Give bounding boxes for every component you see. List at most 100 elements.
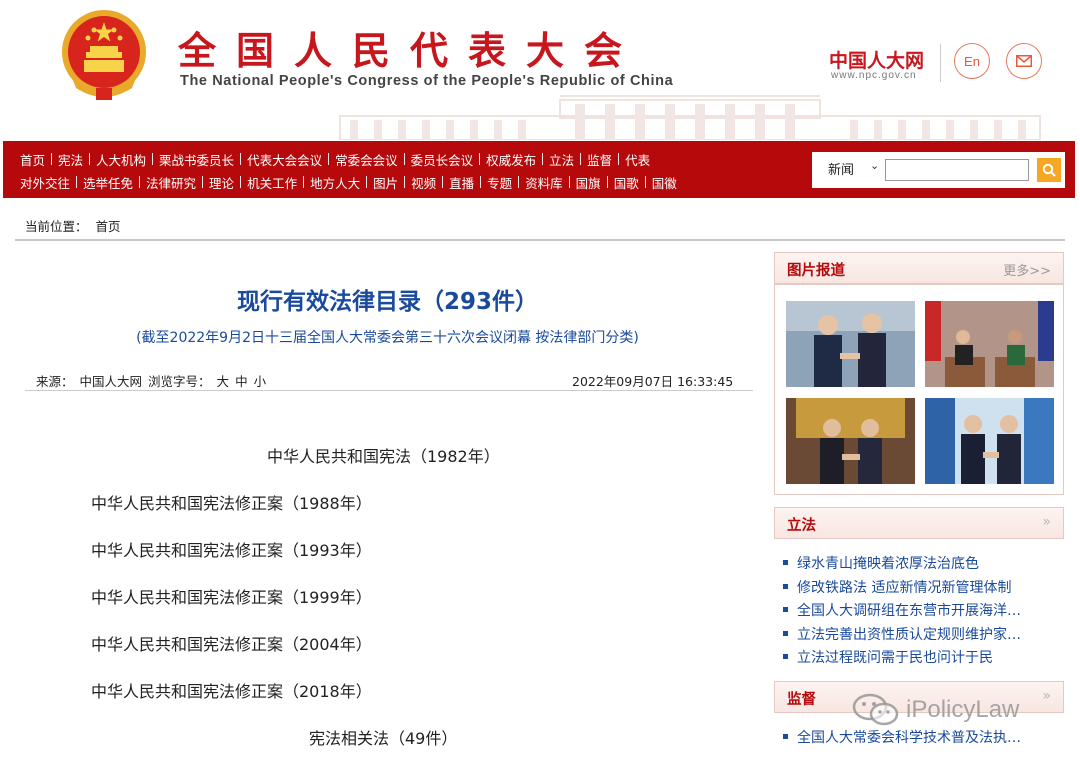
- nav-link[interactable]: 首页: [20, 150, 45, 169]
- nav-link[interactable]: 常委会会议: [335, 150, 398, 169]
- photo-meeting-icon: [925, 301, 1054, 387]
- nav-link[interactable]: 地方人大: [310, 173, 360, 192]
- meta-divider: [25, 390, 753, 391]
- npc-site-logo-text[interactable]: 中国人大网: [829, 46, 924, 73]
- breadcrumb-label: 当前位置：: [25, 219, 88, 234]
- chevron-down-icon[interactable]: ⌄: [870, 159, 879, 172]
- nav-link[interactable]: 监督: [587, 150, 612, 169]
- news-link[interactable]: 绿水青山掩映着浓厚法治底色: [797, 556, 979, 572]
- law-category-heading: 宪法相关法（49件）: [309, 729, 458, 748]
- photo-reports-more-link[interactable]: 更多>>: [1003, 260, 1051, 279]
- list-item[interactable]: 绿水青山掩映着浓厚法治底色: [782, 553, 1021, 577]
- photo-handshake-icon: [925, 398, 1054, 484]
- law-item: 中华人民共和国宪法修正案（2018年）: [91, 682, 372, 701]
- nav-link[interactable]: 栗战书委员长: [159, 150, 234, 169]
- law-item: 中华人民共和国宪法修正案（1999年）: [91, 588, 372, 607]
- photo-reports-title: 图片报道: [787, 263, 845, 279]
- nav-link[interactable]: 图片: [373, 173, 398, 192]
- news-photo[interactable]: [925, 301, 1054, 387]
- nav-separator: [442, 176, 444, 188]
- font-size-medium-button[interactable]: 中: [235, 374, 248, 389]
- nav-link[interactable]: 立法: [549, 150, 574, 169]
- english-language-button[interactable]: En: [954, 43, 990, 79]
- nav-link[interactable]: 选举任免: [83, 173, 133, 192]
- great-hall-icon: [339, 95, 1041, 140]
- nav-separator: [606, 176, 608, 188]
- nav-row-1: 首页 宪法 人大机构 栗战书委员长 代表大会会议 常委会会议 委员长会议 权威发布 立法 监督 代表: [20, 150, 650, 169]
- nav-link[interactable]: 资料库: [525, 173, 563, 192]
- nav-separator: [328, 153, 330, 165]
- nav-link[interactable]: 代表: [625, 150, 650, 169]
- bullet-icon: [783, 734, 788, 739]
- law-item: 中华人民共和国宪法（1982年）: [267, 447, 500, 466]
- source-label: 来源：: [36, 374, 74, 389]
- nav-link[interactable]: 直播: [449, 173, 474, 192]
- news-link[interactable]: 立法过程既问需于民也问计于民: [797, 650, 993, 666]
- nav-separator: [618, 153, 620, 165]
- bullet-icon: [783, 560, 788, 565]
- bullet-icon: [783, 583, 788, 589]
- news-link[interactable]: 修改铁路法 适应新情况新管理体制: [797, 580, 1011, 596]
- site-title-cn: 全国人民代表大会: [178, 28, 643, 73]
- search-category-select[interactable]: 新闻: [828, 159, 854, 178]
- list-item[interactable]: 修改铁路法 适应新情况新管理体制: [782, 577, 1021, 601]
- article-title: 现行有效法律目录（293件）: [236, 289, 538, 315]
- nav-link[interactable]: 人大机构: [96, 150, 146, 169]
- double-chevron-right-icon[interactable]: »: [1042, 514, 1051, 530]
- mail-button[interactable]: [1006, 43, 1042, 79]
- news-photo[interactable]: [925, 398, 1054, 484]
- nav-row-2: 对外交往 选举任免 法律研究 理论 机关工作 地方人大 图片 视频 直播 专题 资料库 国旗 国歌 国徽: [20, 173, 677, 192]
- font-size-label: 浏览字号：: [148, 374, 211, 389]
- news-link[interactable]: 全国人大调研组在东营市开展海洋…: [797, 603, 1021, 619]
- news-photo[interactable]: [786, 398, 915, 484]
- npc-site-url: www.npc.gov.cn: [831, 70, 917, 81]
- nav-separator: [404, 176, 406, 188]
- nav-separator: [479, 153, 481, 165]
- list-item[interactable]: 全国人大常委会科学技术普及法执…: [782, 727, 1021, 751]
- nav-link[interactable]: 理论: [209, 173, 234, 192]
- search-button[interactable]: [1037, 158, 1061, 182]
- nav-separator: [240, 176, 242, 188]
- nav-link[interactable]: 委员长会议: [411, 150, 474, 169]
- nav-link[interactable]: 视频: [411, 173, 436, 192]
- nav-link[interactable]: 代表大会会议: [247, 150, 322, 169]
- search-input[interactable]: [885, 159, 1029, 181]
- list-item[interactable]: 立法过程既问需于民也问计于民: [782, 647, 1021, 671]
- news-link[interactable]: 立法完善出资性质认定规则维护家…: [797, 627, 1021, 643]
- nav-link[interactable]: 国旗: [576, 173, 601, 192]
- source-value: 中国人大网: [79, 374, 143, 389]
- law-item: 中华人民共和国宪法修正案（1988年）: [91, 494, 372, 513]
- nav-link[interactable]: 宪法: [58, 150, 83, 169]
- nav-link[interactable]: 法律研究: [146, 173, 196, 192]
- site-header: 全国人民代表大会 The National People's Congress …: [0, 0, 1080, 140]
- nav-separator: [580, 153, 582, 165]
- font-size-large-button[interactable]: 大: [217, 374, 230, 389]
- font-size-small-button[interactable]: 小: [254, 374, 267, 389]
- list-item[interactable]: 立法完善出资性质认定规则维护家…: [782, 624, 1021, 648]
- search-box: 新闻 ⌄: [812, 152, 1065, 188]
- nav-link[interactable]: 权威发布: [486, 150, 536, 169]
- wechat-icon: [852, 693, 899, 726]
- news-link[interactable]: 全国人大常委会科学技术普及法执…: [797, 730, 1021, 746]
- nav-separator: [568, 176, 570, 188]
- nav-link[interactable]: 对外交往: [20, 173, 70, 192]
- nav-separator: [366, 176, 368, 188]
- supervision-news-list: 全国人大常委会科学技术普及法执…: [782, 727, 1021, 751]
- nav-link[interactable]: 机关工作: [247, 173, 297, 192]
- nav-link[interactable]: 国徽: [652, 173, 677, 192]
- main-nav: 首页 宪法 人大机构 栗战书委员长 代表大会会议 常委会会议 委员长会议 权威发布 立法 监督 代表…: [3, 141, 1075, 198]
- nav-link[interactable]: 国歌: [614, 173, 639, 192]
- legislation-header: 立法 »: [774, 507, 1064, 539]
- nav-separator: [518, 176, 520, 188]
- breadcrumb-home-link[interactable]: 首页: [95, 219, 120, 234]
- nav-separator: [403, 153, 405, 165]
- bullet-icon: [783, 630, 788, 636]
- double-chevron-right-icon[interactable]: »: [1042, 688, 1051, 704]
- news-photo[interactable]: [786, 301, 915, 387]
- search-icon: [1042, 163, 1056, 177]
- watermark-text: iPolicyLaw: [906, 696, 1020, 723]
- list-item[interactable]: 全国人大调研组在东营市开展海洋…: [782, 600, 1021, 624]
- bullet-icon: [783, 607, 788, 612]
- nav-link[interactable]: 专题: [487, 173, 512, 192]
- nav-separator: [152, 153, 154, 165]
